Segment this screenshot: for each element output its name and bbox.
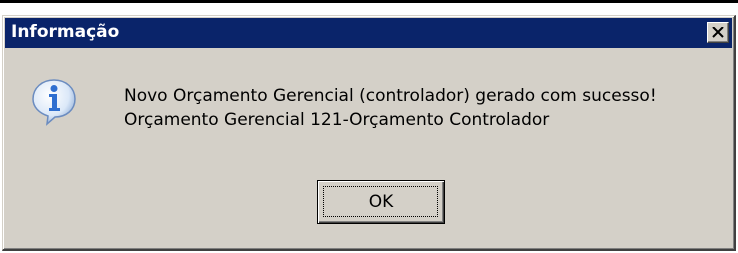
message-line-2: Orçamento Gerencial 121-Orçamento Contro… [124, 110, 550, 130]
information-dialog: Informação Novo Orçamento Gerencial (con… [2, 15, 736, 251]
close-button[interactable] [707, 22, 729, 43]
window-top-edge [0, 0, 738, 3]
information-icon [32, 79, 76, 126]
ok-button[interactable]: OK [317, 180, 445, 224]
ok-button-label: OK [368, 192, 394, 212]
title-bar[interactable]: Informação [5, 18, 732, 48]
message-text: Novo Orçamento Gerencial (controlador) g… [124, 84, 657, 132]
window-title: Informação [11, 22, 120, 42]
message-line-1: Novo Orçamento Gerencial (controlador) g… [124, 86, 657, 106]
close-icon [712, 27, 724, 38]
